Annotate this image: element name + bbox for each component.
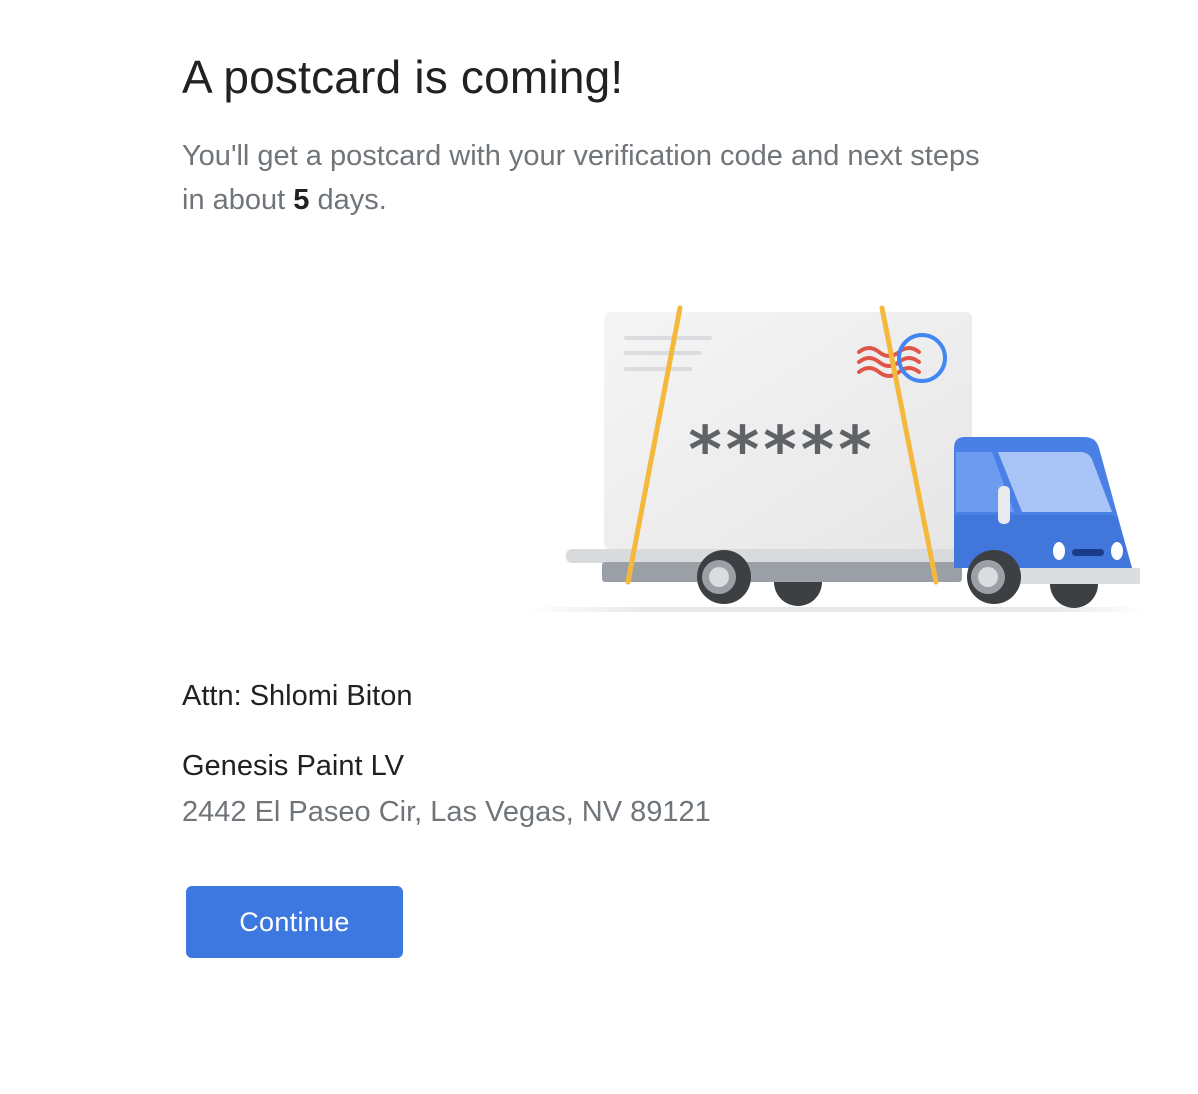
- business-name: Genesis Paint LV: [182, 750, 404, 782]
- headlight: [1053, 542, 1065, 560]
- ground-shadow: [524, 607, 1144, 612]
- wheel: [774, 582, 822, 606]
- verification-message: You'll get a postcard with your verifica…: [182, 134, 1002, 222]
- wheel: [967, 550, 1021, 604]
- door-handle: [998, 486, 1010, 524]
- page-title: A postcard is coming!: [182, 51, 624, 103]
- recipient-attn: Attn: Shlomi Biton: [182, 680, 413, 712]
- postcard-delivery-truck-icon: *****: [524, 305, 1144, 612]
- days-count: 5: [293, 184, 310, 216]
- verification-code-mask: *****: [688, 414, 875, 488]
- wheel: [697, 550, 751, 604]
- verification-message-suffix: days.: [309, 184, 387, 216]
- truck-platform-base: [602, 562, 962, 582]
- truck-platform: [566, 549, 966, 563]
- business-address: 2442 El Paseo Cir, Las Vegas, NV 89121: [182, 796, 711, 828]
- continue-button[interactable]: Continue: [186, 886, 403, 958]
- grille: [1072, 549, 1104, 556]
- wheel: [1050, 584, 1098, 608]
- headlight: [1111, 542, 1123, 560]
